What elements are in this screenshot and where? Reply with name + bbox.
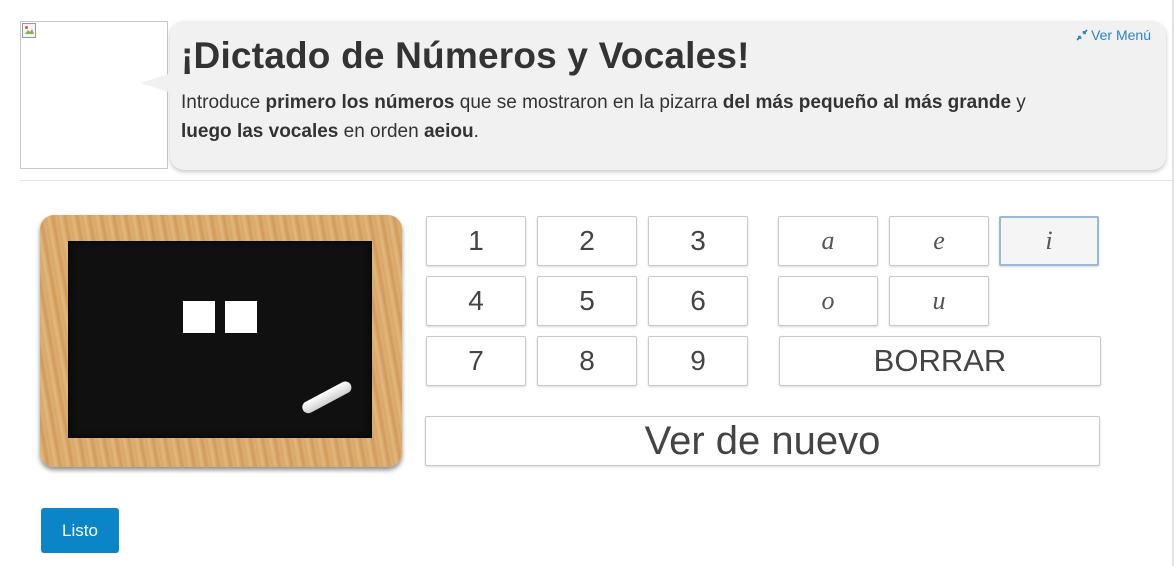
instructions-emphasis: aeiou: [423, 121, 474, 142]
key-7[interactable]: 7: [426, 336, 526, 386]
compress-arrows-icon: [1076, 29, 1088, 41]
key-vowel-o[interactable]: o: [778, 276, 878, 326]
chalkboard: [40, 215, 402, 467]
instructions-text: que se mostraron en la pizarra: [454, 92, 723, 113]
key-vowel-e[interactable]: e: [889, 216, 989, 266]
replay-button[interactable]: Ver de nuevo: [425, 416, 1100, 466]
key-9[interactable]: 9: [648, 336, 748, 386]
key-vowel-i[interactable]: i: [999, 216, 1099, 266]
header-divider: [20, 180, 1172, 181]
done-button[interactable]: Listo: [41, 508, 119, 553]
instructions-text: Introduce: [181, 92, 266, 113]
instructions: Introduce primero los números que se mos…: [181, 88, 1141, 146]
broken-image-icon: [22, 23, 36, 38]
page-title: ¡Dictado de Números y Vocales!: [181, 35, 750, 76]
key-vowel-a[interactable]: a: [778, 216, 878, 266]
key-1[interactable]: 1: [426, 216, 526, 266]
key-vowel-u[interactable]: u: [889, 276, 989, 326]
avatar: [20, 21, 168, 169]
hidden-digit-square: [183, 301, 215, 333]
key-5[interactable]: 5: [537, 276, 637, 326]
view-menu-label: Ver Menú: [1091, 27, 1151, 43]
key-2[interactable]: 2: [537, 216, 637, 266]
speech-bubble: ¡Dictado de Números y Vocales! Ver Menú …: [140, 21, 1166, 170]
chalk-icon: [300, 379, 354, 416]
instructions-emphasis: del más pequeño al más grande: [722, 92, 1012, 113]
key-3[interactable]: 3: [648, 216, 748, 266]
chalkboard-surface: [68, 241, 372, 438]
instructions-text: en orden: [338, 121, 424, 142]
instructions-text: y: [1011, 92, 1026, 113]
instructions-text: .: [473, 121, 479, 142]
instructions-emphasis: primero los números: [265, 92, 455, 113]
clear-button[interactable]: BORRAR: [779, 336, 1101, 386]
view-menu-link[interactable]: Ver Menú: [1076, 27, 1151, 43]
hidden-digit-square: [225, 301, 257, 333]
speech-bubble-tail: [140, 73, 172, 93]
page: ¡Dictado de Números y Vocales! Ver Menú …: [0, 0, 1174, 566]
key-8[interactable]: 8: [537, 336, 637, 386]
instructions-emphasis: luego las vocales: [181, 121, 339, 142]
key-4[interactable]: 4: [426, 276, 526, 326]
key-6[interactable]: 6: [648, 276, 748, 326]
